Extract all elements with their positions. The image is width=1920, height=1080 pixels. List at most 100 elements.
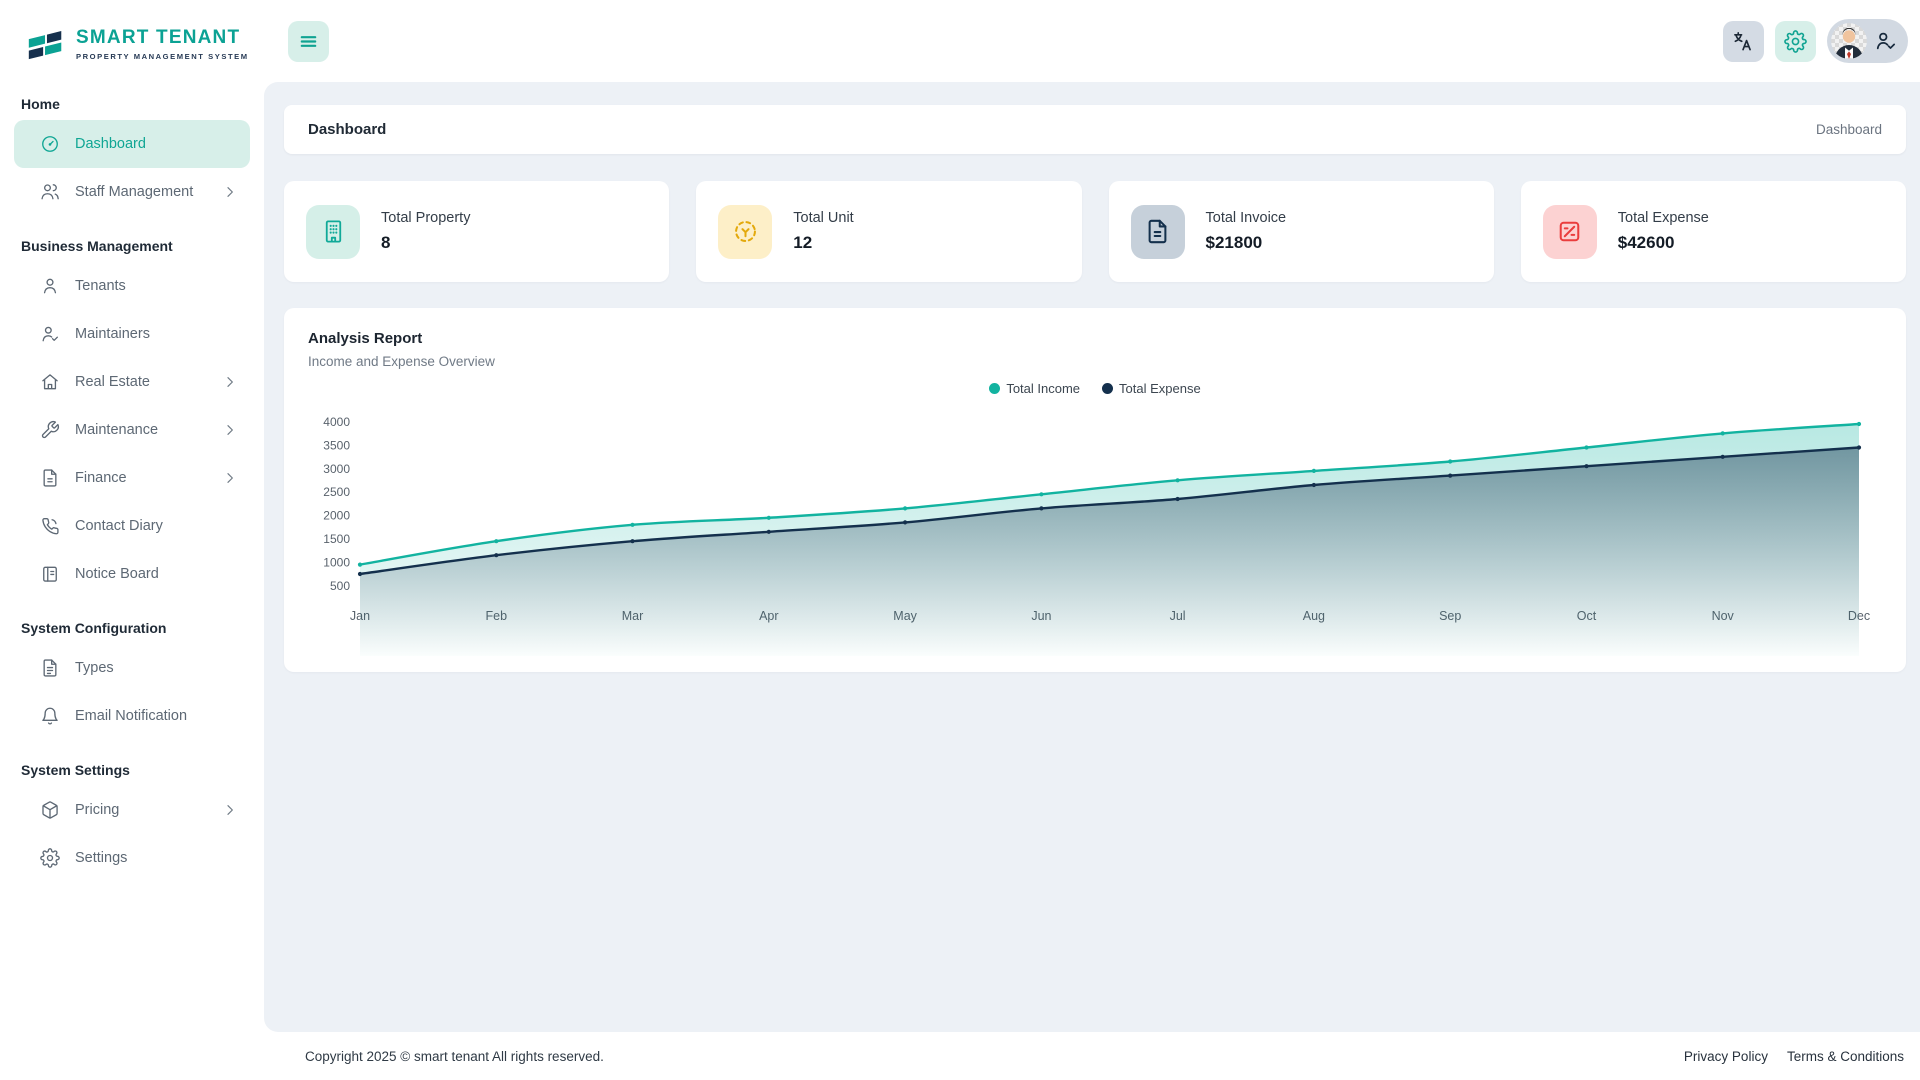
sidebar-item-maintainers[interactable]: Maintainers [14,310,250,358]
maintainers-icon [40,324,60,344]
gear-icon [1784,30,1807,53]
real-estate-icon [40,372,60,392]
sidebar: SMART TENANT PROPERTY MANAGEMENT SYSTEM … [0,0,264,1080]
translate-icon [1732,30,1755,53]
brand-tagline: PROPERTY MANAGEMENT SYSTEM [76,52,249,61]
sidebar-item-tenants[interactable]: Tenants [14,262,250,310]
stat-card-total-invoice: Total Invoice$21800 [1109,181,1494,282]
stat-card-total-unit: Total Unit 12 [696,181,1081,282]
stat-card-total-property: Total Property 8 [284,181,669,282]
sidebar-item-dashboard[interactable]: Dashboard [14,120,250,168]
legend-entry-total-income[interactable]: Total Income [989,381,1080,396]
sidebar-section-title-system-configuration: System Configuration [0,598,264,644]
pricing-icon [40,800,60,820]
sidebar-item-pricing[interactable]: Pricing [14,786,250,834]
page-header: Dashboard Dashboard [284,105,1906,154]
sidebar-item-notice-board[interactable]: Notice Board [14,550,250,598]
legend-entry-total-expense[interactable]: Total Expense [1102,381,1201,396]
expense-icon [1543,205,1597,259]
stat-card-total-expense: Total Expense$42600 [1521,181,1906,282]
settings-icon [40,848,60,868]
sidebar-item-label: Maintainers [75,326,150,342]
sidebar-item-label: Maintenance [75,422,158,438]
avatar [1831,23,1867,59]
footer: Copyright 2025 © smart tenant All rights… [264,1032,1920,1080]
svg-text:500: 500 [330,579,350,593]
legend-dot [989,383,1000,394]
stat-label: Total Property [381,210,470,226]
footer-link-privacy-policy[interactable]: Privacy Policy [1684,1049,1768,1064]
topbar-actions [1723,19,1908,63]
app-root: SMART TENANT PROPERTY MANAGEMENT SYSTEM … [0,0,1920,1080]
stat-label: Total Expense [1618,210,1709,226]
sidebar-item-label: Notice Board [75,566,159,582]
profile-button[interactable] [1827,19,1908,63]
chevron-right-icon [222,374,238,390]
sidebar-item-label: Email Notification [75,708,187,724]
analysis-chart: 4000350030002500200015001000500JanFebMar… [284,404,1906,672]
chevron-right-icon [222,802,238,818]
stats-row: Total Property 8 Total Unit 12 Total Invoice… [284,181,1906,282]
chart-area: 4000350030002500200015001000500JanFebMar… [284,404,1906,672]
staff-icon [40,182,60,202]
stat-label: Total Unit [793,210,853,226]
sidebar-item-staff-management[interactable]: Staff Management [14,168,250,216]
notice-board-icon [40,564,60,584]
maintenance-icon [40,420,60,440]
translate-button[interactable] [1723,21,1764,62]
analysis-report-card: Analysis Report Income and Expense Overv… [284,308,1906,672]
sidebar-item-label: Types [75,660,114,676]
breadcrumb: Dashboard [1816,122,1882,137]
chevron-right-icon [222,422,238,438]
brand-logo-icon [25,17,67,72]
svg-text:4000: 4000 [323,415,350,429]
sidebar-item-finance[interactable]: Finance [14,454,250,502]
sidebar-item-real-estate[interactable]: Real Estate [14,358,250,406]
settings-button[interactable] [1775,21,1816,62]
sidebar-section-title-system-settings: System Settings [0,740,264,786]
sidebar-item-settings[interactable]: Settings [14,834,250,882]
building-icon [306,205,360,259]
sidebar-item-types[interactable]: Types [14,644,250,692]
sidebar-nav: HomeDashboardStaff ManagementBusiness Ma… [0,82,264,882]
sidebar-item-contact-diary[interactable]: Contact Diary [14,502,250,550]
topbar [264,0,1920,82]
svg-text:3500: 3500 [323,438,350,452]
page-title: Dashboard [308,121,386,138]
report-subtitle: Income and Expense Overview [308,354,1882,369]
copyright-text: Copyright 2025 © smart tenant All rights… [305,1049,604,1064]
sidebar-item-label: Dashboard [75,136,146,152]
svg-text:1000: 1000 [323,556,350,570]
main-column: Dashboard Dashboard Total Property8Total… [264,0,1920,1080]
types-icon [40,658,60,678]
sidebar-item-label: Finance [75,470,127,486]
legend-dot [1102,383,1113,394]
legend-label: Total Expense [1119,381,1201,396]
tenants-icon [40,276,60,296]
person-check-icon [1875,30,1897,52]
invoice-icon [1131,205,1185,259]
sidebar-toggle-button[interactable] [288,21,329,62]
sidebar-item-maintenance[interactable]: Maintenance [14,406,250,454]
sidebar-item-label: Tenants [75,278,126,294]
stat-value: 12 [793,233,853,253]
report-title: Analysis Report [308,330,1882,347]
footer-link-terms-conditions[interactable]: Terms & Conditions [1787,1049,1904,1064]
sidebar-section-title-home: Home [0,82,264,120]
dashboard-icon [40,134,60,154]
stat-value: 8 [381,233,470,253]
svg-text:2500: 2500 [323,485,350,499]
chart-legend: Total Income Total Expense [308,381,1882,396]
stat-value: $21800 [1206,233,1287,253]
svg-text:1500: 1500 [323,532,350,546]
svg-text:3000: 3000 [323,462,350,476]
chevron-right-icon [222,470,238,486]
brand-logo[interactable]: SMART TENANT PROPERTY MANAGEMENT SYSTEM [0,0,264,82]
finance-icon [40,468,60,488]
unit-icon [718,205,772,259]
sidebar-item-email-notification[interactable]: Email Notification [14,692,250,740]
legend-label: Total Income [1006,381,1080,396]
svg-text:2000: 2000 [323,509,350,523]
hamburger-icon [297,30,320,53]
sidebar-item-label: Settings [75,850,127,866]
